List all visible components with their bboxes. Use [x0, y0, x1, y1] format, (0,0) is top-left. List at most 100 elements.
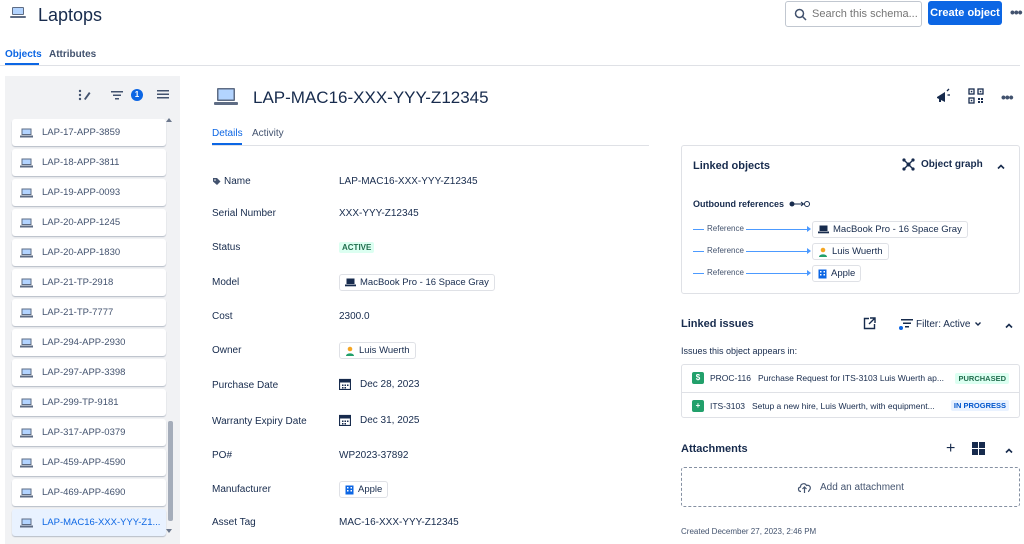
laptop-icon	[20, 458, 33, 467]
search-input[interactable]	[812, 8, 921, 20]
issue-row[interactable]: $ PROC-116 Purchase Request for ITS-3103…	[682, 365, 1019, 391]
scroll-down-arrow[interactable]	[166, 529, 172, 533]
issue-filter-dropdown[interactable]: Filter: Active	[899, 318, 982, 330]
list-item[interactable]: LAP-299-TP-9181	[12, 389, 166, 416]
open-external-icon[interactable]	[863, 317, 876, 333]
tag-icon	[213, 178, 221, 185]
list-item[interactable]: LAP-317-APP-0379	[12, 419, 166, 446]
model-chip[interactable]: MacBook Pro - 16 Space Gray	[339, 274, 495, 291]
add-attachment-plus-icon[interactable]: +	[946, 440, 955, 458]
list-item-label: LAP-20-APP-1245	[42, 217, 121, 228]
list-item[interactable]: LAP-21-TP-7777	[12, 299, 166, 326]
object-more-button[interactable]: •••	[1001, 89, 1014, 105]
object-graph-button[interactable]: Object graph	[902, 158, 983, 171]
chevron-up-icon[interactable]	[1004, 445, 1014, 455]
tab-activity[interactable]: Activity	[252, 128, 284, 139]
list-item[interactable]: LAP-20-APP-1830	[12, 239, 166, 266]
chevron-down-icon	[975, 322, 982, 326]
issue-key[interactable]: PROC-116	[710, 373, 751, 383]
list-item[interactable]: LAP-19-APP-0093	[12, 179, 166, 206]
list-item[interactable]: LAP-18-APP-3811	[12, 149, 166, 176]
list-item[interactable]: LAP-MAC16-XXX-YYY-Z1...	[12, 509, 166, 536]
list-item-label: LAP-18-APP-3811	[42, 157, 120, 168]
list-item-label: LAP-MAC16-XXX-YYY-Z1...	[42, 517, 161, 528]
reference-connector	[746, 229, 808, 230]
filter-icon	[899, 319, 913, 330]
laptop-icon	[20, 338, 33, 347]
field-label-purchase-date: Purchase Date	[212, 380, 279, 391]
reference-model-chip[interactable]: MacBook Pro - 16 Space Gray	[812, 221, 968, 238]
create-object-button[interactable]: Create object	[928, 1, 1002, 25]
tab-attributes[interactable]: Attributes	[49, 49, 96, 60]
laptop-icon	[20, 278, 33, 287]
field-value-warranty: Dec 31, 2025	[339, 414, 420, 426]
reference-owner-chip[interactable]: Luis Wuerth	[812, 243, 889, 260]
laptop-icon	[20, 368, 33, 377]
manufacturer-chip[interactable]: Apple	[339, 481, 389, 498]
reference-connector	[693, 251, 704, 252]
tab-details[interactable]: Details	[212, 128, 243, 139]
field-value-asset-tag: MAC-16-XXX-YYY-Z12345	[339, 517, 459, 528]
add-attachment-dropzone[interactable]: Add an attachment	[681, 467, 1020, 507]
reference-label: Reference	[707, 268, 744, 277]
laptop-icon	[20, 218, 33, 227]
issue-row[interactable]: + ITS-3103 Setup a new hire, Luis Wuerth…	[682, 392, 1019, 418]
list-item-label: LAP-17-APP-3859	[42, 127, 121, 138]
list-scrollbar[interactable]	[168, 421, 173, 521]
scroll-up-arrow[interactable]	[166, 118, 172, 122]
object-list-panel: 1 LAP-17-APP-3859 LAP-18-APP-3811 LAP-19-A…	[5, 76, 180, 544]
list-item[interactable]: LAP-469-APP-4690	[12, 479, 166, 506]
field-label-status: Status	[212, 242, 241, 253]
field-label-serial: Serial Number	[212, 208, 276, 219]
reference-connector	[693, 229, 704, 230]
reference-connector	[693, 273, 704, 274]
filter-icon[interactable]	[110, 88, 124, 105]
field-value-purchase-date: Dec 28, 2023	[339, 378, 420, 390]
reference-manufacturer-chip[interactable]: Apple	[812, 265, 862, 282]
chevron-up-icon[interactable]	[996, 161, 1006, 171]
field-label-model: Model	[212, 277, 240, 288]
model-laptop-icon	[345, 278, 356, 287]
field-label-name: Name	[212, 176, 251, 187]
field-label-cost: Cost	[212, 311, 233, 322]
feedback-icon[interactable]	[935, 88, 951, 107]
reference-arrowhead	[807, 248, 811, 254]
grid-view-icon[interactable]	[972, 442, 985, 458]
qr-code-icon[interactable]	[968, 88, 984, 107]
list-item[interactable]: LAP-459-APP-4590	[12, 449, 166, 476]
list-item[interactable]: LAP-297-APP-3398	[12, 359, 166, 386]
laptop-icon	[10, 6, 26, 20]
issue-key[interactable]: ITS-3103	[710, 401, 745, 411]
owner-chip[interactable]: Luis Wuerth	[339, 342, 416, 359]
laptop-icon	[20, 398, 33, 407]
list-item-label: LAP-20-APP-1830	[42, 247, 121, 258]
list-item[interactable]: LAP-294-APP-2930	[12, 329, 166, 356]
list-item[interactable]: LAP-20-APP-1245	[12, 209, 166, 236]
linked-issues-list: $ PROC-116 Purchase Request for ITS-3103…	[681, 364, 1020, 418]
list-item[interactable]: LAP-21-TP-2918	[12, 269, 166, 296]
issue-type-icon: $	[692, 372, 704, 384]
issue-summary[interactable]: Setup a new hire, Luis Wuerth, with equi…	[752, 401, 952, 411]
list-item[interactable]: LAP-17-APP-3859	[12, 119, 166, 146]
schema-search[interactable]	[785, 1, 922, 27]
laptop-icon	[20, 518, 33, 527]
issue-summary[interactable]: Purchase Request for ITS-3103 Luis Wuert…	[758, 373, 958, 383]
list-item-label: LAP-297-APP-3398	[42, 367, 126, 378]
attachments-title: Attachments	[681, 443, 748, 455]
reference-row: Reference MacBook Pro - 16 Space Gray	[693, 221, 1013, 238]
schema-tabs: Objects Attributes	[0, 46, 1020, 66]
field-label-po: PO#	[212, 450, 233, 461]
edit-list-icon[interactable]	[78, 88, 92, 105]
tab-objects[interactable]: Objects	[5, 49, 42, 60]
list-item-label: LAP-469-APP-4690	[42, 487, 126, 498]
list-item-label: LAP-459-APP-4590	[42, 457, 126, 468]
chevron-up-icon[interactable]	[1004, 320, 1014, 330]
active-tab-indicator	[5, 63, 39, 65]
reference-connector	[746, 251, 808, 252]
list-view-icon[interactable]	[156, 88, 170, 105]
reference-arrowhead	[807, 226, 811, 232]
list-item-label: LAP-294-APP-2930	[42, 337, 126, 348]
more-actions-button[interactable]: •••	[1010, 4, 1023, 20]
laptop-icon	[20, 188, 33, 197]
list-item-label: LAP-299-TP-9181	[42, 397, 119, 408]
